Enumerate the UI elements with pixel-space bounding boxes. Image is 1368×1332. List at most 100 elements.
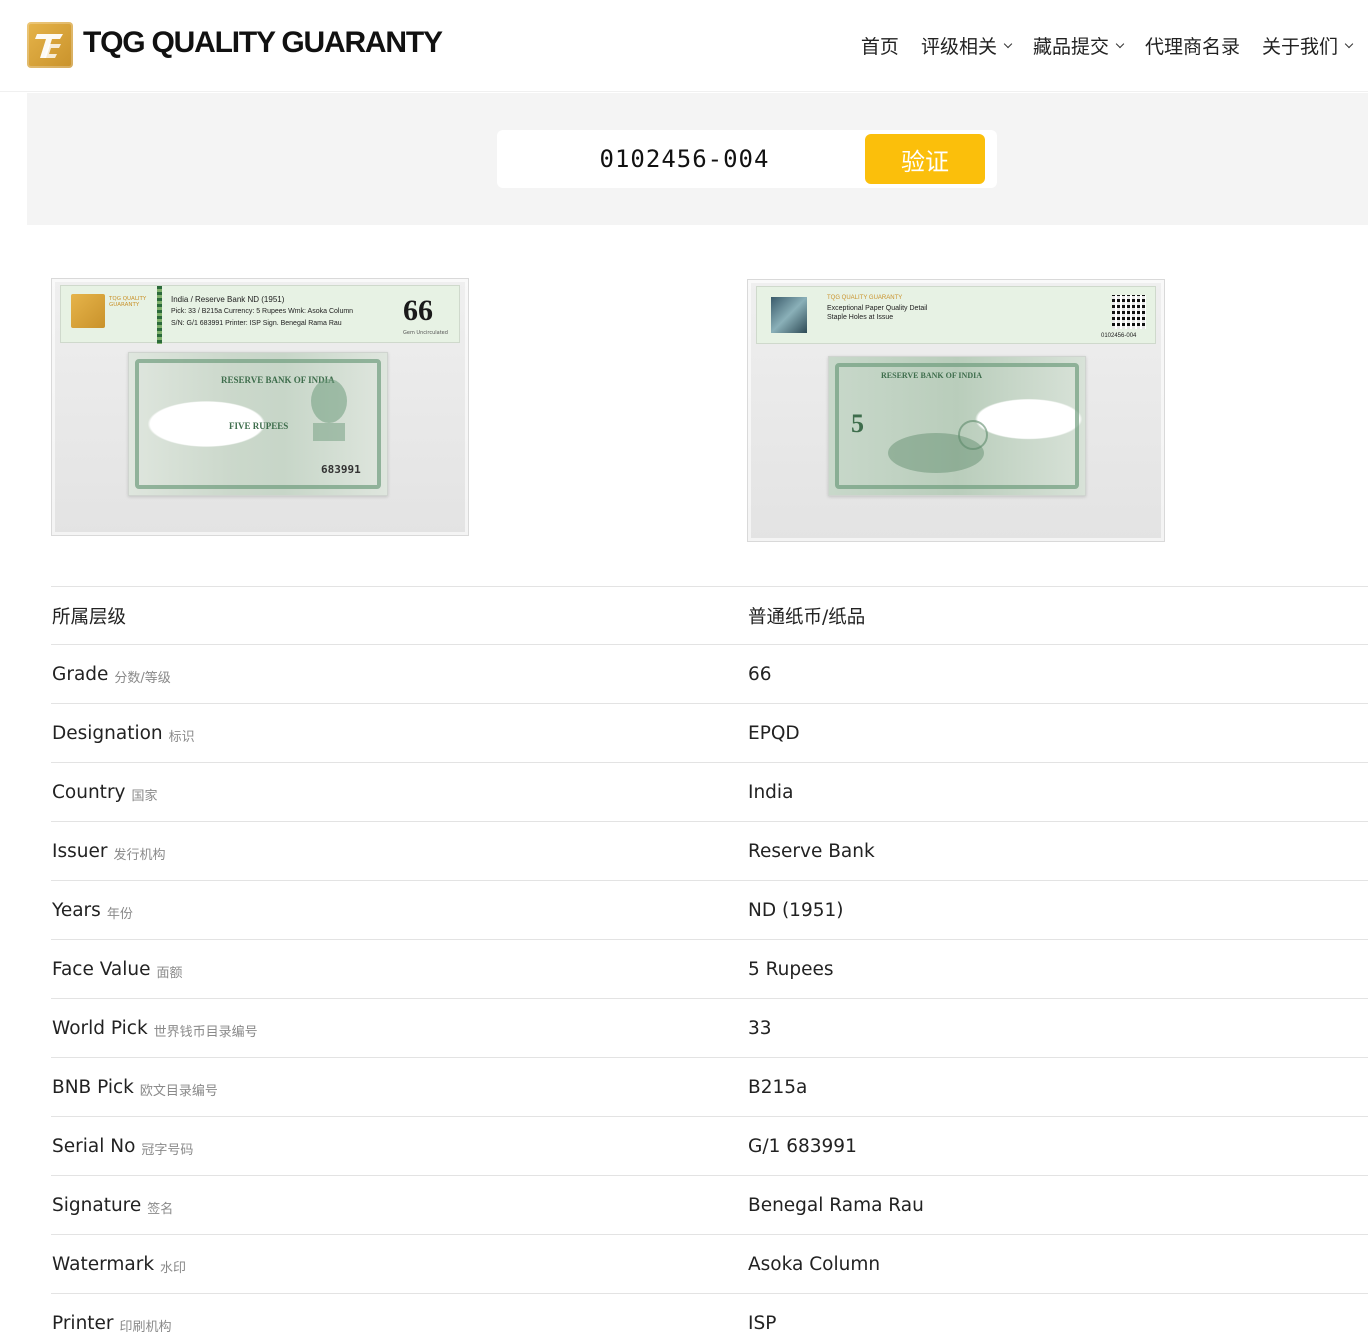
back-label-brand: TQG QUALITY GUARANTY [827, 295, 903, 301]
row-label: Designation 标识 [52, 704, 195, 762]
banknote-front-image[interactable]: TQG QUALITY GUARANTY India / Reserve Ban… [51, 278, 469, 536]
label-sub: 分数/等级 [114, 670, 171, 686]
table-row: Years 年份 ND (1951) [51, 880, 1368, 939]
nav-home[interactable]: 首页 [861, 32, 899, 59]
hologram-icon [771, 297, 807, 333]
label-line-2: Pick: 33 / B215a Currency: 5 Rupees Wmk:… [171, 308, 354, 315]
table-row: Signature 签名 Benegal Rama Rau [51, 1175, 1368, 1234]
banknote-back: RESERVE BANK OF INDIA 5 [828, 356, 1086, 496]
row-value: Reserve Bank [748, 840, 875, 862]
table-row: Issuer 发行机构 Reserve Bank [51, 821, 1368, 880]
label-grade-text: Gem Uncirculated [403, 330, 448, 336]
row-label: Years 年份 [52, 881, 133, 939]
label-line-3: S/N: G/1 683991 Printer: ISP Sign. Beneg… [171, 320, 342, 327]
label-text: Issuer [52, 840, 108, 862]
tqg-logo-icon[interactable] [27, 22, 73, 68]
label-sub: 世界钱币目录编号 [153, 1024, 258, 1040]
row-value: ND (1951) [748, 899, 844, 921]
back-label-line-2: Staple Holes at Issue [827, 314, 894, 321]
row-value: Asoka Column [748, 1253, 881, 1275]
label-text: Printer [52, 1312, 114, 1332]
cert-details-table: 所属层级 普通纸币/纸品 Grade 分数/等级 66 Designation 标识… [51, 586, 1368, 1332]
nav-dealers[interactable]: 代理商名录 [1145, 32, 1240, 59]
table-row: BNB Pick 欧文目录编号 B215a [51, 1057, 1368, 1116]
brand-name[interactable]: TQG QUALITY GUARANTY [83, 26, 443, 60]
chevron-down-icon [1115, 39, 1125, 48]
label-grade: 66 [403, 294, 433, 327]
site-header: TQG QUALITY GUARANTY 首页 评级相关 藏品提交 代理商名录 … [0, 0, 1368, 92]
table-row: Serial No 冠字号码 G/1 683991 [51, 1116, 1368, 1175]
nav-grading[interactable]: 评级相关 [921, 32, 1013, 59]
label-text: Watermark [52, 1253, 155, 1275]
label-text: BNB Pick [52, 1076, 134, 1098]
label-sub: 面额 [156, 965, 183, 981]
slab-label-front: TQG QUALITY GUARANTY India / Reserve Ban… [60, 285, 460, 344]
note-value: FIVE RUPEES [229, 421, 289, 431]
label-text: Grade [52, 663, 109, 685]
label-sub: 欧文目录编号 [139, 1083, 218, 1099]
nav-dealers-label: 代理商名录 [1144, 36, 1240, 58]
row-value: ISP [748, 1312, 777, 1332]
row-value: G/1 683991 [748, 1135, 857, 1157]
row-label: Printer 印刷机构 [52, 1294, 172, 1332]
label-text: Signature [52, 1194, 142, 1216]
chevron-down-icon [1344, 39, 1354, 48]
row-label: World Pick 世界钱币目录编号 [52, 999, 258, 1057]
row-value: 66 [748, 663, 772, 685]
qr-code-icon [1112, 295, 1146, 329]
label-text: World Pick [52, 1017, 148, 1039]
label-line-1: India / Reserve Bank ND (1951) [171, 295, 285, 304]
table-row: Country 国家 India [51, 762, 1368, 821]
label-sub: 印刷机构 [119, 1319, 172, 1332]
label-text: Country [52, 781, 126, 803]
label-text: Serial No [52, 1135, 136, 1157]
nav-home-label: 首页 [860, 36, 899, 58]
table-row: Grade 分数/等级 66 [51, 644, 1368, 703]
back-cert-number: 0102456-004 [1101, 333, 1137, 339]
row-label: 所属层级 [52, 587, 126, 644]
banknote-back-image[interactable]: TQG QUALITY GUARANTY Exceptional Paper Q… [747, 279, 1165, 542]
nav-submission-label: 藏品提交 [1032, 36, 1109, 58]
label-text: Face Value [52, 958, 151, 980]
label-sub: 国家 [131, 788, 158, 804]
nav-submission[interactable]: 藏品提交 [1032, 32, 1125, 59]
label-sub: 发行机构 [113, 847, 166, 863]
row-value: Benegal Rama Rau [748, 1194, 924, 1216]
label-text: Designation [52, 722, 163, 744]
label-sub: 标识 [168, 729, 195, 745]
main-nav: 首页 评级相关 藏品提交 代理商名录 关于我们 [861, 32, 1354, 59]
label-sub: 签名 [147, 1201, 174, 1217]
label-sub: 水印 [160, 1260, 187, 1276]
row-label: Serial No 冠字号码 [52, 1117, 193, 1175]
back-note-title: RESERVE BANK OF INDIA [881, 371, 982, 380]
table-row: Watermark 水印 Asoka Column [51, 1234, 1368, 1293]
back-note-value: 5 [851, 409, 864, 438]
row-value: EPQD [748, 722, 800, 744]
table-row: World Pick 世界钱币目录编号 33 [51, 998, 1368, 1057]
cert-number-input[interactable] [507, 138, 862, 180]
note-serial: 683991 [321, 463, 361, 476]
verify-button[interactable]: 验证 [865, 134, 985, 184]
table-row: Face Value 面额 5 Rupees [51, 939, 1368, 998]
row-label: BNB Pick 欧文目录编号 [52, 1058, 218, 1116]
lion-capital-icon [311, 379, 347, 441]
label-sub: 年份 [106, 906, 133, 922]
row-label: Grade 分数/等级 [52, 645, 171, 703]
nav-about-label: 关于我们 [1261, 36, 1338, 58]
label-text: 所属层级 [52, 606, 127, 628]
slab-label-back: TQG QUALITY GUARANTY Exceptional Paper Q… [756, 286, 1156, 344]
label-sub: 冠字号码 [141, 1142, 194, 1158]
tqg-logo-icon [71, 294, 105, 328]
row-label: Signature 签名 [52, 1176, 173, 1234]
chevron-down-icon [1003, 39, 1013, 48]
row-value: B215a [748, 1076, 808, 1098]
verify-search-box: 验证 [497, 130, 997, 188]
table-row: Designation 标识 EPQD [51, 703, 1368, 762]
banknote-front: RESERVE BANK OF INDIA FIVE RUPEES 683991 [128, 352, 388, 496]
verify-search-band: 验证 [27, 93, 1368, 225]
label-security-strip [157, 286, 162, 344]
row-label: Country 国家 [52, 763, 158, 821]
back-label-line-1: Exceptional Paper Quality Detail [827, 305, 928, 312]
label-text: Years [52, 899, 101, 921]
nav-about[interactable]: 关于我们 [1261, 32, 1354, 59]
